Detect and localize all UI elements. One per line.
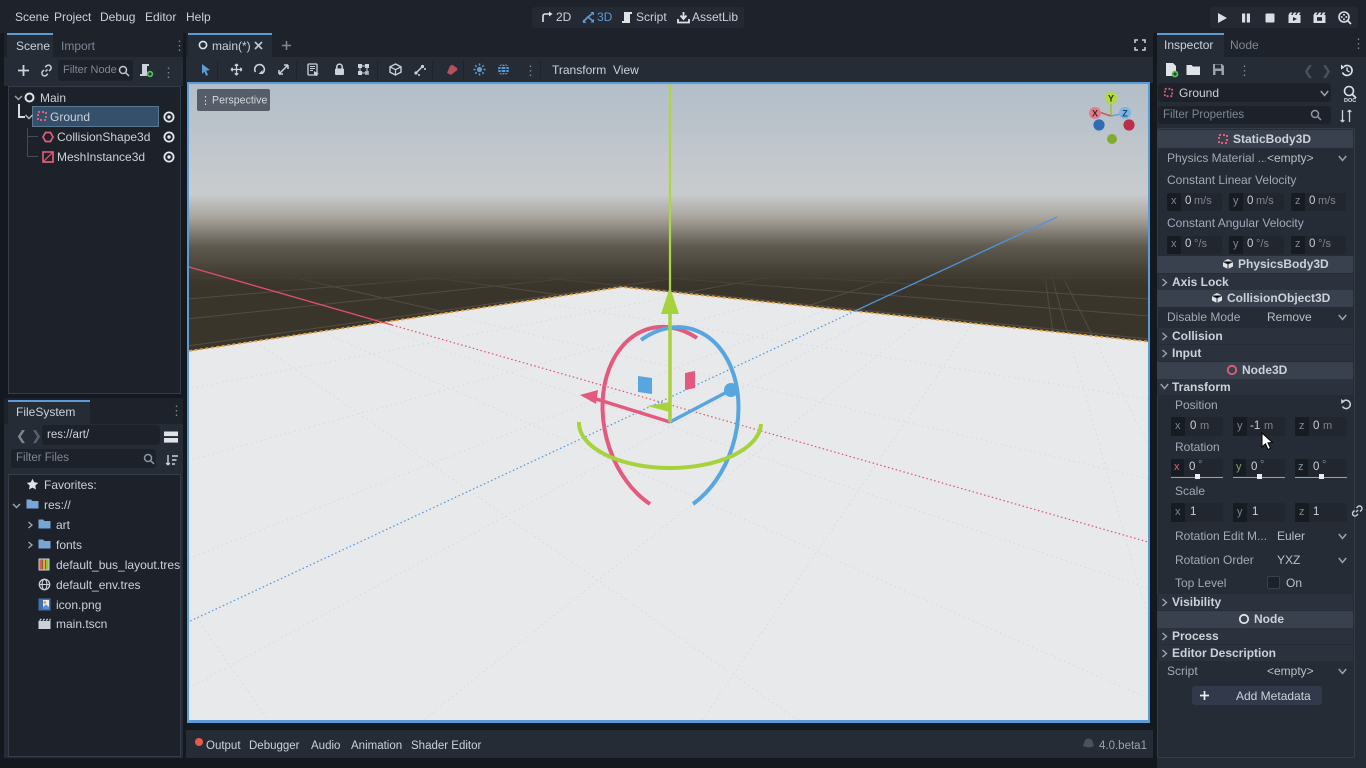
svg-text:X: X — [1092, 109, 1098, 119]
svg-text:Perspective: Perspective — [212, 95, 267, 107]
svg-text:Z: Z — [1122, 109, 1128, 119]
svg-text:DOC: DOC — [1344, 98, 1356, 103]
svg-text:Y: Y — [1108, 94, 1114, 104]
svg-text:⋮: ⋮ — [200, 95, 211, 107]
